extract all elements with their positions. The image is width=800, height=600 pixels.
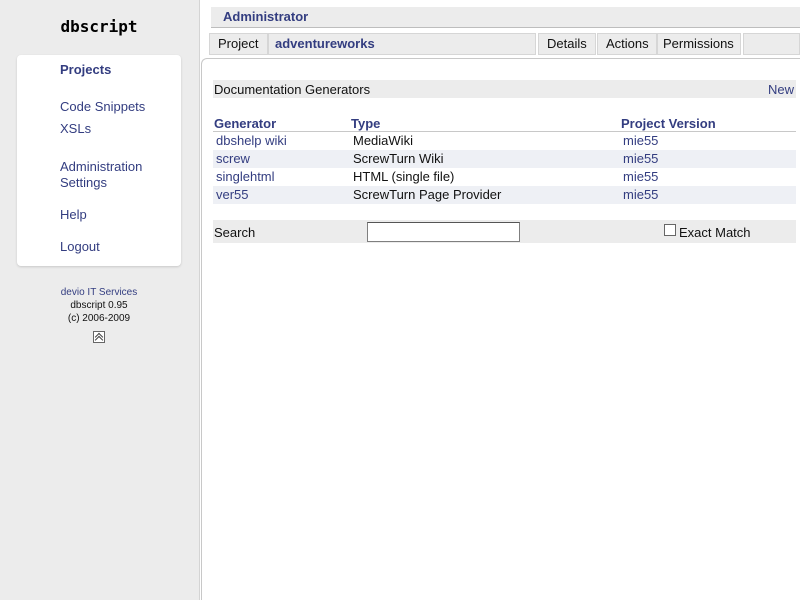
generator-type: ScrewTurn Wiki bbox=[353, 151, 444, 166]
table-header: Generator Type Project Version bbox=[213, 114, 796, 132]
generator-type: HTML (single file) bbox=[353, 169, 455, 184]
user-bar: Administrator bbox=[211, 7, 800, 28]
project-version-link[interactable]: mie55 bbox=[623, 188, 658, 202]
search-input[interactable] bbox=[367, 222, 520, 242]
sidebar-item-code-snippets[interactable]: Code Snippets bbox=[60, 99, 145, 115]
user-name: Administrator bbox=[223, 9, 309, 24]
new-generator-link[interactable]: New bbox=[768, 82, 794, 97]
generators-table: Generator Type Project Version dbshelp w… bbox=[213, 114, 796, 204]
column-header-type[interactable]: Type bbox=[351, 116, 380, 131]
project-version-link[interactable]: mie55 bbox=[623, 134, 658, 148]
tab-spacer bbox=[743, 33, 800, 55]
tab-actions[interactable]: Actions bbox=[597, 33, 657, 55]
exact-match-label[interactable]: Exact Match bbox=[679, 225, 751, 240]
tab-details[interactable]: Details bbox=[538, 33, 596, 55]
sidebar-item-help[interactable]: Help bbox=[60, 207, 87, 223]
app-title: dbscript bbox=[60, 17, 138, 36]
table-row: dbshelp wiki MediaWiki mie55 bbox=[213, 132, 796, 150]
column-header-project-version[interactable]: Project Version bbox=[621, 116, 716, 131]
generator-link[interactable]: ver55 bbox=[216, 188, 249, 202]
column-header-generator[interactable]: Generator bbox=[214, 116, 276, 131]
table-row: screw ScrewTurn Wiki mie55 bbox=[213, 150, 796, 168]
project-tab-bar: Project adventureworks Details Actions P… bbox=[209, 33, 800, 55]
generator-type: ScrewTurn Page Provider bbox=[353, 187, 502, 202]
section-title: Documentation Generators bbox=[214, 82, 371, 97]
tab-project-label: Project bbox=[209, 33, 268, 55]
generator-link[interactable]: screw bbox=[216, 152, 250, 166]
nav-menu: Projects Code Snippets XSLs Administrati… bbox=[17, 55, 181, 266]
project-version-link[interactable]: mie55 bbox=[623, 170, 658, 184]
generator-link[interactable]: singlehtml bbox=[216, 170, 275, 184]
scroll-to-top-icon[interactable] bbox=[93, 331, 105, 343]
generator-link[interactable]: dbshelp wiki bbox=[216, 134, 287, 148]
company-link[interactable]: devio IT Services bbox=[0, 286, 198, 299]
generator-type: MediaWiki bbox=[353, 133, 413, 148]
table-row: singlehtml HTML (single file) mie55 bbox=[213, 168, 796, 186]
search-bar: Search Exact Match bbox=[213, 220, 796, 243]
tab-permissions[interactable]: Permissions bbox=[657, 33, 741, 55]
sidebar-item-xsls[interactable]: XSLs bbox=[60, 121, 91, 137]
sidebar-item-logout[interactable]: Logout bbox=[60, 239, 100, 255]
tab-project-name[interactable]: adventureworks bbox=[268, 33, 536, 55]
search-label: Search bbox=[214, 225, 256, 240]
sidebar-item-projects[interactable]: Projects bbox=[60, 62, 111, 78]
sidebar: dbscript Projects Code Snippets XSLs Adm… bbox=[0, 0, 200, 600]
project-version-link[interactable]: mie55 bbox=[623, 152, 658, 166]
sidebar-footer: devio IT Services dbscript 0.95 (c) 2006… bbox=[0, 286, 198, 347]
exact-match-checkbox[interactable] bbox=[664, 224, 676, 236]
section-header: Documentation Generators New bbox=[213, 80, 796, 98]
sidebar-item-settings[interactable]: Settings bbox=[60, 175, 107, 191]
version-text: dbscript 0.95 bbox=[70, 300, 128, 311]
copyright-text: (c) 2006-2009 bbox=[67, 313, 131, 324]
sidebar-item-administration[interactable]: Administration bbox=[60, 159, 142, 175]
table-row: ver55 ScrewTurn Page Provider mie55 bbox=[213, 186, 796, 204]
